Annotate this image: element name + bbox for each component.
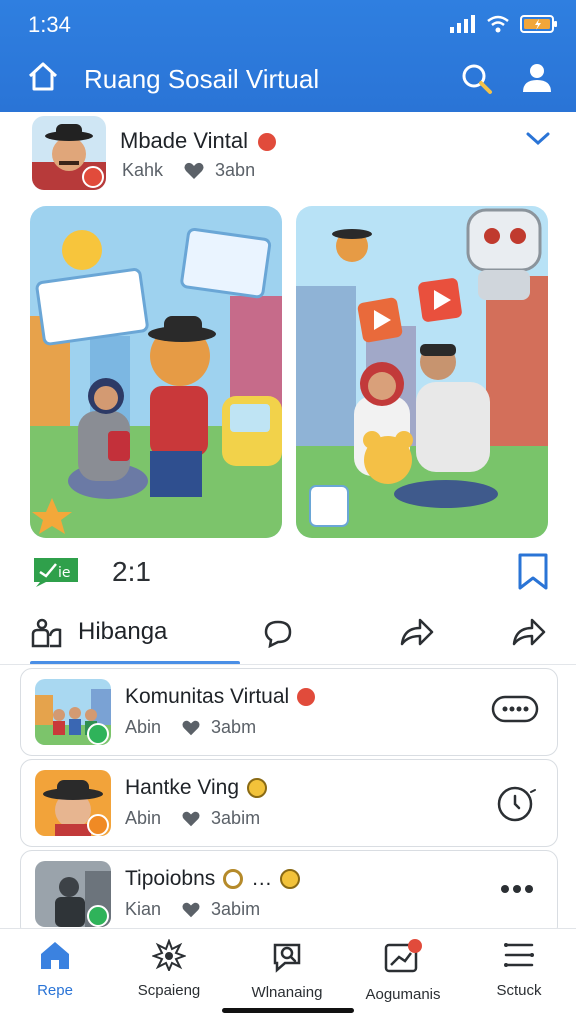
verified-icon: [258, 133, 277, 152]
post-author-name[interactable]: Mbade Vintal: [120, 128, 277, 154]
list-thumbnail: [35, 861, 111, 927]
bookmark-icon[interactable]: [516, 552, 550, 592]
heart-icon: [182, 811, 200, 826]
nav-label: Wlnanaing: [251, 984, 323, 1001]
home-icon: [41, 942, 69, 969]
menu-lines-icon: [504, 943, 534, 967]
list-item-title-text: Hantke Ving: [125, 776, 240, 799]
user-icon[interactable]: [520, 60, 554, 94]
list-item-title-text: Tipoiobns: [125, 867, 216, 890]
nav-explore[interactable]: Scpaieng: [114, 938, 224, 999]
list-item-meta-right: 3abm: [211, 717, 257, 737]
wifi-icon: [487, 15, 509, 33]
status-time: 1:34: [28, 12, 71, 37]
list-item-meta-left: Abin: [125, 808, 162, 828]
list-item-meta-left: Abin: [125, 717, 162, 737]
star-badge-icon: [297, 688, 316, 706]
home-indicator: [222, 1008, 354, 1013]
list-item[interactable]: Tipoiobns … Kian 3abim: [20, 850, 558, 938]
emoji-badge-icon: [247, 778, 268, 798]
list-item-meta-right: 3abim: [211, 808, 261, 828]
tab-hibanga[interactable]: Hibanga: [78, 618, 167, 646]
post-header: Mbade Vintal Kahk 3abn: [0, 112, 576, 202]
list-item[interactable]: Komunitas Virtual Abin 3abm: [20, 668, 558, 756]
list-item-title: Tipoiobns …: [125, 867, 301, 891]
post-actions-row: Hibanga: [0, 606, 576, 662]
share-icon[interactable]: [398, 616, 434, 648]
emoji-badge-icon: [280, 869, 301, 889]
list-item-title: Hantke Ving: [125, 776, 268, 800]
list-item-meta-left: Kian: [125, 899, 162, 919]
home-icon[interactable]: [26, 60, 60, 94]
nav-label: Aogumanis: [365, 986, 441, 1003]
title-bar: Ruang Sosail Virtual: [0, 52, 576, 108]
list-item-meta: Abin 3abim: [125, 808, 260, 829]
timer-icon[interactable]: [495, 784, 539, 824]
divider: [0, 664, 576, 665]
tag-text: ie: [58, 565, 71, 581]
list-item[interactable]: Hantke Ving Abin 3abim: [20, 759, 558, 847]
post-image-right[interactable]: [296, 206, 548, 538]
nav-label: Repe: [37, 982, 73, 999]
status-badge: [87, 905, 109, 927]
status-badge: [87, 814, 109, 836]
search-icon[interactable]: [460, 62, 494, 96]
nav-label: Sctuck: [496, 982, 542, 999]
list-item-title-suffix: …: [251, 867, 273, 890]
list-item-meta-right: 3abim: [211, 899, 261, 919]
search-chat-icon: [273, 943, 301, 973]
chevron-down-icon[interactable]: [524, 128, 552, 148]
post-image-left[interactable]: [30, 206, 282, 538]
post-meta-left: Kahk: [122, 160, 164, 180]
nav-label: Scpaieng: [137, 982, 201, 999]
chart-notification-icon: [384, 939, 422, 973]
list-item-title-text: Komunitas Virtual: [125, 685, 290, 708]
heart-icon: [184, 162, 204, 179]
list-item-meta: Abin 3abm: [125, 717, 256, 738]
comment-icon[interactable]: [262, 618, 294, 648]
list-thumbnail: [35, 679, 111, 745]
sparkle-icon: [151, 938, 187, 973]
cartoon-scene-right: [296, 206, 548, 538]
heart-icon: [182, 720, 200, 735]
list-item-meta: Kian 3abim: [125, 899, 260, 920]
cartoon-scene-left: [30, 206, 282, 538]
group-icon[interactable]: [30, 618, 64, 650]
status-bar: 1:34: [0, 0, 576, 50]
post-count: 2:1: [112, 556, 151, 587]
signal-icon: [450, 15, 475, 33]
nav-menu[interactable]: Sctuck: [464, 939, 574, 999]
forward-icon[interactable]: [510, 616, 546, 648]
app-title: Ruang Sosail Virtual: [84, 64, 320, 94]
status-badge: [82, 166, 104, 188]
list-thumbnail: [35, 770, 111, 836]
post-meta-right: 3abn: [215, 160, 256, 180]
post-author-name-text: Mbade Vintal: [120, 128, 249, 153]
avatar[interactable]: [32, 116, 106, 190]
nav-search[interactable]: Wlnanaing: [232, 939, 342, 1001]
more-dots-icon[interactable]: [499, 883, 535, 895]
key-icon: [223, 869, 244, 889]
nav-activity[interactable]: Aogumanis: [348, 939, 458, 1003]
status-badge: [87, 723, 109, 745]
more-options-icon[interactable]: [491, 695, 539, 723]
app-header: 1:34 Ruang Sosail Virtual: [0, 0, 576, 112]
nav-home[interactable]: Repe: [0, 939, 110, 999]
post-meta: Kahk 3abn: [122, 160, 255, 181]
heart-icon: [182, 902, 200, 917]
status-icons: [450, 14, 558, 34]
tag-icon[interactable]: ie: [32, 554, 80, 593]
battery-icon: [520, 15, 557, 33]
list-item-title: Komunitas Virtual: [125, 685, 316, 709]
post-stats-row: ie 2:1: [0, 550, 576, 594]
